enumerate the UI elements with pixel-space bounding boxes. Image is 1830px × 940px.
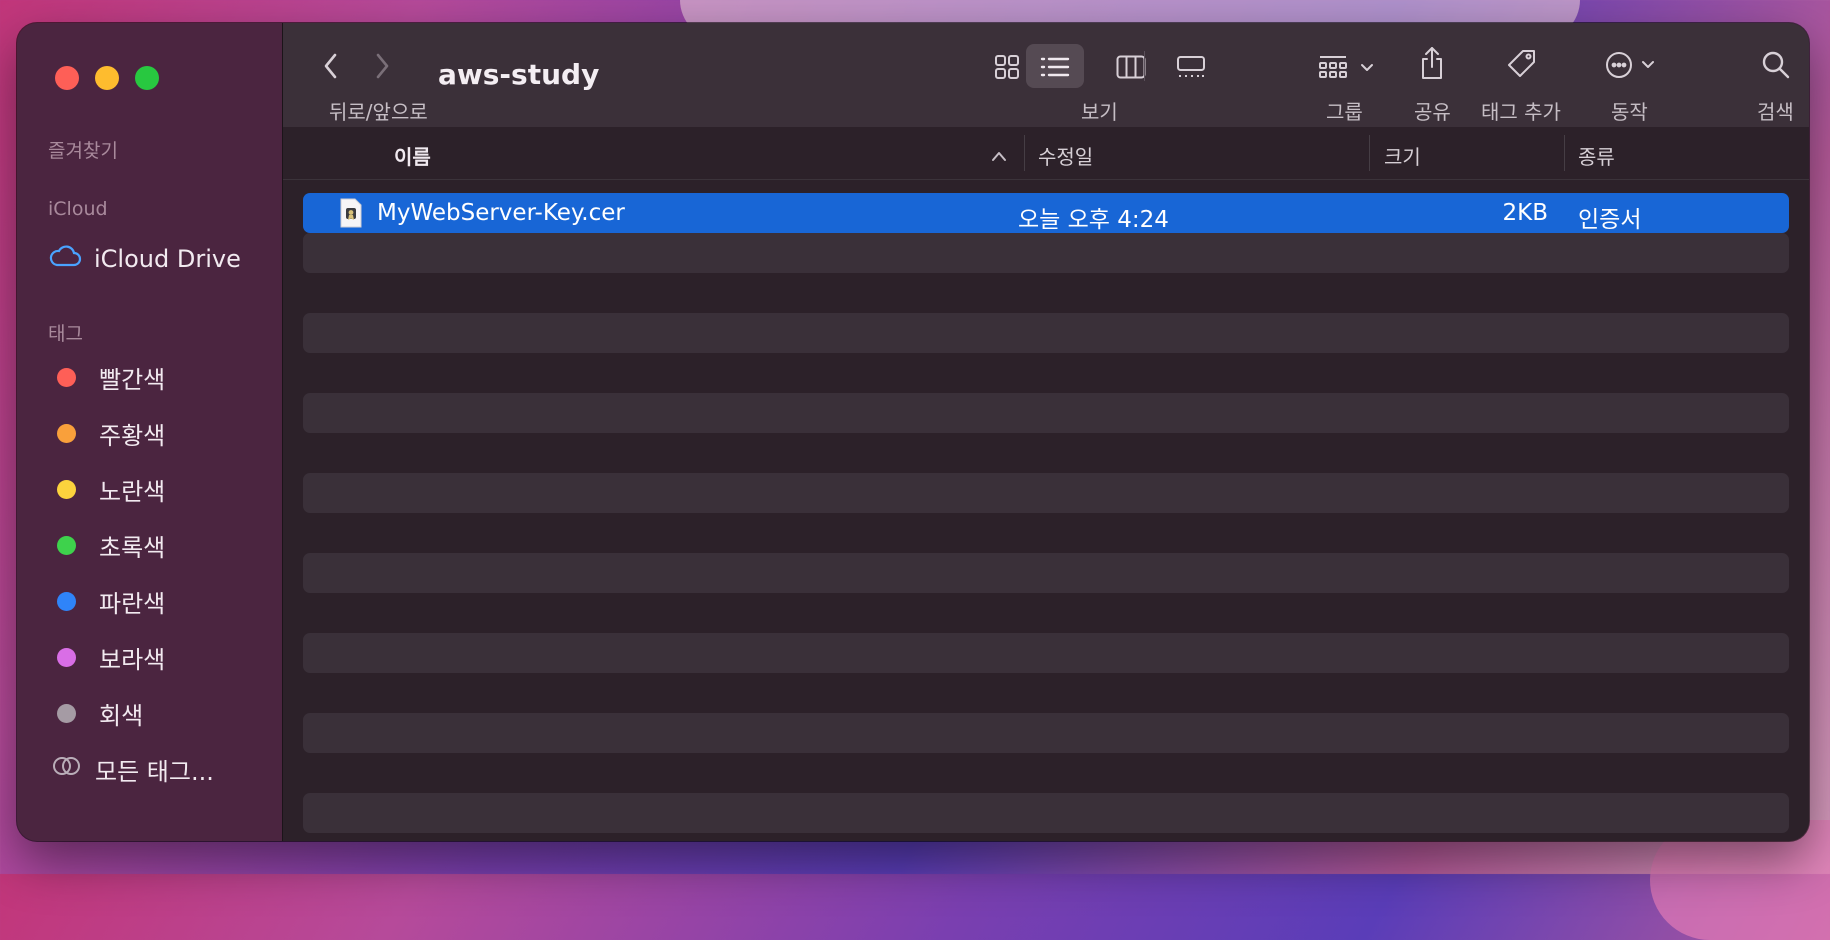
empty-row [303,753,1789,793]
gallery-view-icon[interactable] [1176,55,1206,83]
red-tag-dot-icon [57,367,76,387]
forward-icon[interactable] [372,51,392,85]
column-name-header[interactable]: 이름 [394,141,431,170]
sidebar-item-label: 초록색 [99,533,166,562]
zoom-button[interactable] [135,66,159,90]
sidebar-tag-purple[interactable]: 보라색 [48,639,165,675]
sidebar: 즐겨찾기 iCloud iCloud Drive 태그 빨간색 주황색 노란색 … [17,23,283,841]
toolbar: 뒤로/앞으로 aws-study 보기 그룹 공유 태그 추가 동작 검색 [283,23,1809,128]
view-label: 보기 [1081,100,1118,124]
group-icon[interactable] [1318,54,1374,84]
column-header-row: 이름 수정일 크기 종류 [283,127,1809,180]
sidebar-item-icloud-drive[interactable]: iCloud Drive [48,241,241,277]
empty-row [303,593,1789,633]
finder-window: 즐겨찾기 iCloud iCloud Drive 태그 빨간색 주황색 노란색 … [17,23,1809,841]
search-icon[interactable] [1761,50,1791,84]
empty-row [303,793,1789,833]
list-view-icon[interactable] [1040,54,1070,84]
sidebar-item-label: 보라색 [99,645,166,674]
green-tag-dot-icon [57,535,76,555]
blue-tag-dot-icon [57,591,76,611]
all-tags-icon [52,755,82,783]
sidebar-all-tags[interactable]: 모든 태그... [48,751,214,787]
sidebar-item-label: 노란색 [99,477,166,506]
sidebar-item-label: 주황색 [99,421,166,450]
empty-row [303,233,1789,273]
back-forward-label: 뒤로/앞으로 [329,100,428,124]
empty-row [303,393,1789,433]
file-kind: 인증서 [1578,207,1642,233]
empty-row [303,273,1789,313]
toolbar-separator [1144,51,1145,81]
empty-row [303,713,1789,753]
column-view-icon[interactable] [1116,55,1146,83]
sidebar-item-label: 파란색 [99,589,166,618]
search-label: 검색 [1757,100,1794,124]
sidebar-tag-green[interactable]: 초록색 [48,527,165,563]
empty-row [303,353,1789,393]
yellow-tag-dot-icon [57,479,76,499]
column-divider[interactable] [1564,135,1565,171]
column-modified-header[interactable]: 수정일 [1038,141,1093,170]
group-label: 그룹 [1326,100,1363,124]
favorites-header[interactable]: 즐겨찾기 [48,136,118,163]
certificate-file-icon [339,198,363,232]
window-title: aws-study [438,58,600,91]
file-list: MyWebServer-Key.cer 오늘 오후 4:24 2KB 인증서 [303,193,1789,833]
sidebar-item-label: 빨간색 [99,365,166,394]
sidebar-item-label: 모든 태그... [95,757,214,786]
sidebar-tag-orange[interactable]: 주황색 [48,415,165,451]
sidebar-item-label: 회색 [99,701,144,730]
empty-row [303,513,1789,553]
action-icon[interactable] [1604,50,1660,84]
file-name: MyWebServer-Key.cer [377,200,625,226]
sidebar-tag-yellow[interactable]: 노란색 [48,471,165,507]
file-size: 2KB [1502,200,1549,226]
action-label: 동작 [1611,100,1648,124]
empty-row [303,633,1789,673]
column-divider[interactable] [1369,135,1370,171]
empty-row [303,473,1789,513]
purple-tag-dot-icon [57,647,76,667]
empty-row [303,433,1789,473]
orange-tag-dot-icon [57,423,76,443]
content-area: 뒤로/앞으로 aws-study 보기 그룹 공유 태그 추가 동작 검색 이름… [283,23,1809,841]
file-modified: 오늘 오후 4:24 [1018,207,1169,233]
minimize-button[interactable] [95,66,119,90]
empty-row [303,313,1789,353]
sidebar-tag-blue[interactable]: 파란색 [48,583,165,619]
sidebar-item-label: iCloud Drive [94,245,241,273]
column-divider[interactable] [1024,135,1025,171]
empty-row [303,553,1789,593]
sort-ascending-icon[interactable] [991,147,1007,166]
sidebar-tag-red[interactable]: 빨간색 [48,359,165,395]
add-tag-label: 태그 추가 [1481,100,1561,124]
tags-header[interactable]: 태그 [48,319,83,346]
tag-icon[interactable] [1506,48,1538,84]
icon-view-icon[interactable] [994,54,1020,84]
cloud-icon [48,244,82,274]
sidebar-tag-gray[interactable]: 회색 [48,695,143,731]
file-row-selected[interactable]: MyWebServer-Key.cer 오늘 오후 4:24 2KB 인증서 [303,193,1789,233]
column-kind-header[interactable]: 종류 [1578,141,1615,170]
gray-tag-dot-icon [57,703,76,723]
close-button[interactable] [55,66,79,90]
empty-row [303,673,1789,713]
icloud-header[interactable]: iCloud [48,198,108,220]
share-label: 공유 [1414,100,1451,124]
share-icon[interactable] [1418,45,1446,85]
back-icon[interactable] [321,51,341,85]
column-size-header[interactable]: 크기 [1384,141,1421,170]
